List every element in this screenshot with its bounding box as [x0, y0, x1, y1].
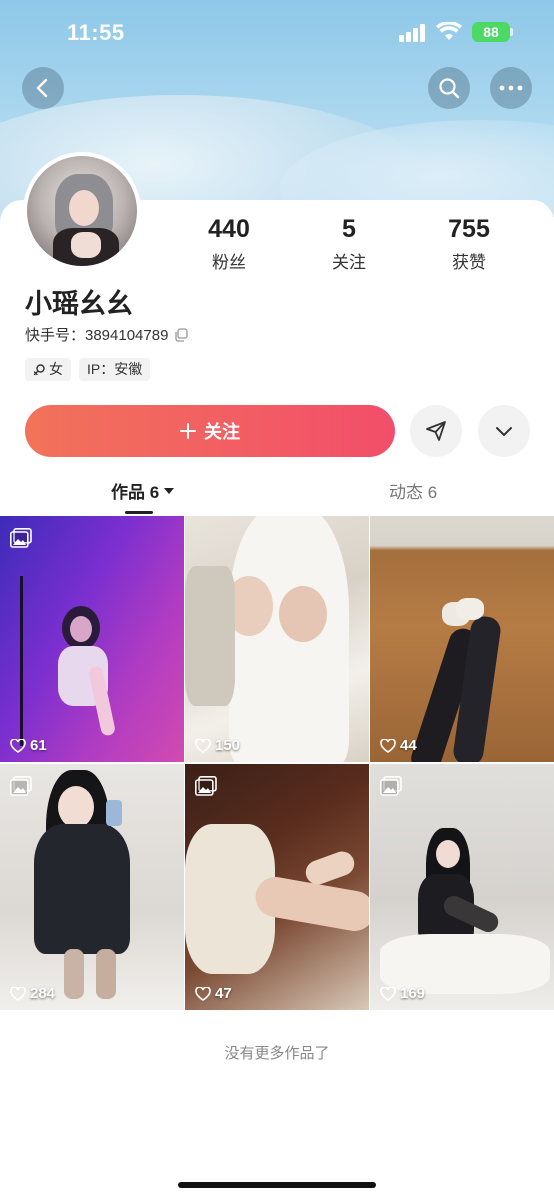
status-time: 11:55 — [67, 20, 125, 45]
battery-indicator: 88 — [472, 22, 510, 42]
post-likes: 61 — [10, 737, 47, 754]
caret-down-icon — [164, 487, 175, 494]
profile-name: 小瑶幺幺 — [25, 289, 133, 319]
stat-value: 5 — [342, 215, 356, 243]
gender-tag: 女 — [25, 358, 71, 381]
share-button[interactable] — [410, 405, 462, 457]
tab-works[interactable]: 作品 6 — [111, 478, 175, 503]
user-id: 快手号：3894104789 — [25, 327, 169, 344]
likes-count: 61 — [30, 737, 47, 754]
status-bar: 11:55 88 — [0, 0, 554, 66]
stat-value: 755 — [448, 215, 490, 243]
post-thumbnail[interactable]: 44 — [370, 516, 554, 762]
avatar[interactable] — [23, 152, 141, 270]
heart-icon — [10, 738, 26, 753]
post-thumbnail[interactable]: 284 — [0, 764, 184, 1010]
post-thumbnail[interactable]: 169 — [370, 764, 554, 1010]
more-button[interactable] — [490, 67, 532, 109]
end-of-list-text: 没有更多作品了 — [224, 1045, 330, 1062]
stat-fans[interactable]: 440 粉丝 — [184, 214, 274, 273]
wifi-icon — [436, 22, 462, 40]
gallery-icon — [10, 776, 32, 796]
stat-label: 粉丝 — [212, 253, 246, 272]
post-likes: 47 — [195, 985, 232, 1002]
likes-count: 150 — [215, 737, 241, 754]
post-thumbnail[interactable]: 150 — [185, 516, 369, 762]
heart-icon — [380, 986, 396, 1001]
gallery-icon — [195, 776, 217, 796]
chevron-down-icon — [496, 427, 512, 436]
follow-button[interactable]: 关注 — [25, 405, 395, 457]
heart-icon — [195, 738, 211, 753]
gallery-icon — [10, 528, 32, 548]
tab-label: 作品 6 — [111, 483, 160, 502]
battery-level: 88 — [483, 24, 499, 40]
tab-indicator — [125, 511, 153, 514]
gallery-icon — [380, 776, 402, 796]
profile-tags: 女 IP：安徽 — [25, 358, 151, 381]
ip-tag: IP：安徽 — [79, 358, 151, 381]
search-button[interactable] — [428, 67, 470, 109]
female-icon — [33, 364, 45, 376]
plus-icon — [180, 423, 196, 439]
chevron-left-icon — [36, 78, 48, 98]
stat-label: 关注 — [332, 253, 366, 272]
post-thumbnail[interactable]: 61 — [0, 516, 184, 762]
post-likes: 169 — [380, 985, 425, 1002]
send-icon — [426, 421, 446, 441]
home-indicator[interactable] — [178, 1182, 376, 1188]
more-dots-icon — [499, 85, 523, 91]
cellular-signal-icon — [399, 24, 427, 42]
stat-label: 获赞 — [452, 253, 486, 272]
ip-label: IP：安徽 — [87, 361, 143, 377]
copy-icon[interactable] — [174, 327, 189, 342]
heart-icon — [10, 986, 26, 1001]
likes-count: 169 — [400, 985, 426, 1002]
likes-count: 44 — [400, 737, 417, 754]
battery-tip — [510, 28, 513, 36]
stat-following[interactable]: 5 关注 — [304, 214, 394, 273]
gender-label: 女 — [49, 361, 63, 377]
expand-button[interactable] — [478, 405, 530, 457]
post-thumbnail[interactable]: 47 — [185, 764, 369, 1010]
user-id-row[interactable]: 快手号：3894104789 — [25, 324, 189, 345]
posts-grid: 61 150 44 284 47 169 — [0, 516, 554, 1010]
post-likes: 44 — [380, 737, 417, 754]
back-button[interactable] — [22, 67, 64, 109]
likes-count: 284 — [30, 985, 56, 1002]
likes-count: 47 — [215, 985, 232, 1002]
tab-label: 动态 6 — [389, 483, 438, 502]
heart-icon — [195, 986, 211, 1001]
post-likes: 150 — [195, 737, 240, 754]
stat-likes[interactable]: 755 获赞 — [424, 214, 514, 273]
search-icon — [439, 78, 460, 99]
stat-value: 440 — [208, 215, 250, 243]
tab-moments[interactable]: 动态 6 — [389, 478, 437, 503]
heart-icon — [380, 738, 396, 753]
follow-label: 关注 — [204, 422, 240, 442]
post-likes: 284 — [10, 985, 55, 1002]
